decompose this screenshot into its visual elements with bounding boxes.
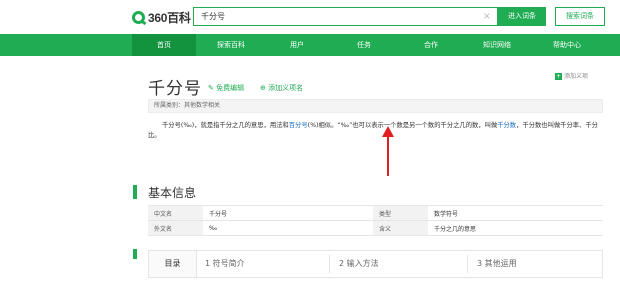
- logo-text: 360百科: [148, 10, 191, 25]
- add-sense-label: 添加义项名: [268, 84, 304, 92]
- enter-entry-button[interactable]: 进入词条: [498, 7, 546, 26]
- toc-accent-bar: [133, 249, 137, 259]
- summary-text-1: 千分号(‰)，就是指千分之几的意思，用法和: [162, 122, 289, 129]
- search-entry-button[interactable]: 搜索词条: [555, 7, 605, 26]
- table-row: 中文名 千分号 类型 数学符号: [148, 205, 603, 221]
- plus-icon: +: [555, 73, 562, 80]
- search-input[interactable]: [194, 8, 484, 25]
- logo-icon: [132, 10, 145, 24]
- nav-item-home[interactable]: 首页: [132, 34, 196, 56]
- info-key: 中文名: [148, 205, 203, 221]
- entry-summary: 千分号(‰)，就是指千分之几的意思，用法和百分号(%)相似。“‰”也可以表示一个…: [148, 121, 603, 141]
- pencil-icon: ✎: [208, 84, 214, 92]
- site-header: 360百科 × 进入词条 搜索词条: [0, 0, 620, 34]
- toc-item-input-method[interactable]: 2 输入方法: [339, 251, 379, 277]
- edit-link[interactable]: ✎ 免费编辑: [208, 83, 244, 93]
- side-add-label: 添加义项: [564, 73, 589, 80]
- toc-divider: [329, 255, 330, 273]
- summary-link-permille-number[interactable]: 千分数: [497, 122, 516, 129]
- info-value: 千分号: [203, 205, 373, 221]
- site-logo[interactable]: 360百科: [132, 9, 191, 25]
- nav-item-help[interactable]: 帮助中心: [532, 34, 602, 56]
- plus-circle-icon: ⊕: [260, 84, 266, 92]
- toc-divider: [467, 255, 468, 273]
- info-value: ‰: [203, 220, 373, 236]
- info-key: 类型: [373, 205, 428, 221]
- basic-info-table: 中文名 千分号 类型 数学符号 外文名 ‰ 含义 千分之几的意思: [148, 205, 603, 236]
- annotation-arrow-icon: [382, 126, 394, 176]
- info-value: 千分之几的意思: [428, 220, 603, 236]
- edit-label: 免费编辑: [216, 84, 245, 92]
- nav-item-user[interactable]: 用户: [266, 34, 328, 56]
- table-row: 外文名 ‰ 含义 千分之几的意思: [148, 220, 603, 236]
- toc-heading: 目录: [149, 251, 197, 277]
- table-of-contents: 目录 1 符号简介 2 输入方法 3 其他运用: [148, 250, 603, 278]
- summary-text-2: (%)相似。“‰”也可以表示一个数是另一个数的千分之几的数，叫做: [307, 122, 498, 129]
- side-add-sense-button[interactable]: + 添加义项: [555, 71, 588, 80]
- info-key: 含义: [373, 220, 428, 236]
- summary-link-percent[interactable]: 百分号: [289, 122, 308, 129]
- search-box: ×: [193, 7, 498, 26]
- nav-item-task[interactable]: 任务: [328, 34, 400, 56]
- nav-item-knowledge-network[interactable]: 知识网络: [462, 34, 532, 56]
- nav-item-explore[interactable]: 探索百科: [196, 34, 266, 56]
- section-accent-bar: [133, 185, 137, 199]
- info-key: 外文名: [148, 220, 203, 236]
- toc-item-symbol-intro[interactable]: 1 符号简介: [205, 251, 245, 277]
- info-value: 数学符号: [428, 205, 603, 221]
- main-nav: 首页 探索百科 用户 任务 合作 知识网络 帮助中心: [0, 34, 620, 56]
- clear-icon[interactable]: ×: [483, 10, 491, 23]
- add-sense-link[interactable]: ⊕ 添加义项名: [260, 83, 303, 93]
- toc-item-other-uses[interactable]: 3 其他运用: [477, 251, 517, 277]
- page-title: 千分号: [148, 79, 202, 99]
- nav-item-cooperation[interactable]: 合作: [400, 34, 462, 56]
- category-bar: 所属类别：其他数学相关: [148, 99, 603, 113]
- basic-info-title: 基本信息: [148, 186, 197, 200]
